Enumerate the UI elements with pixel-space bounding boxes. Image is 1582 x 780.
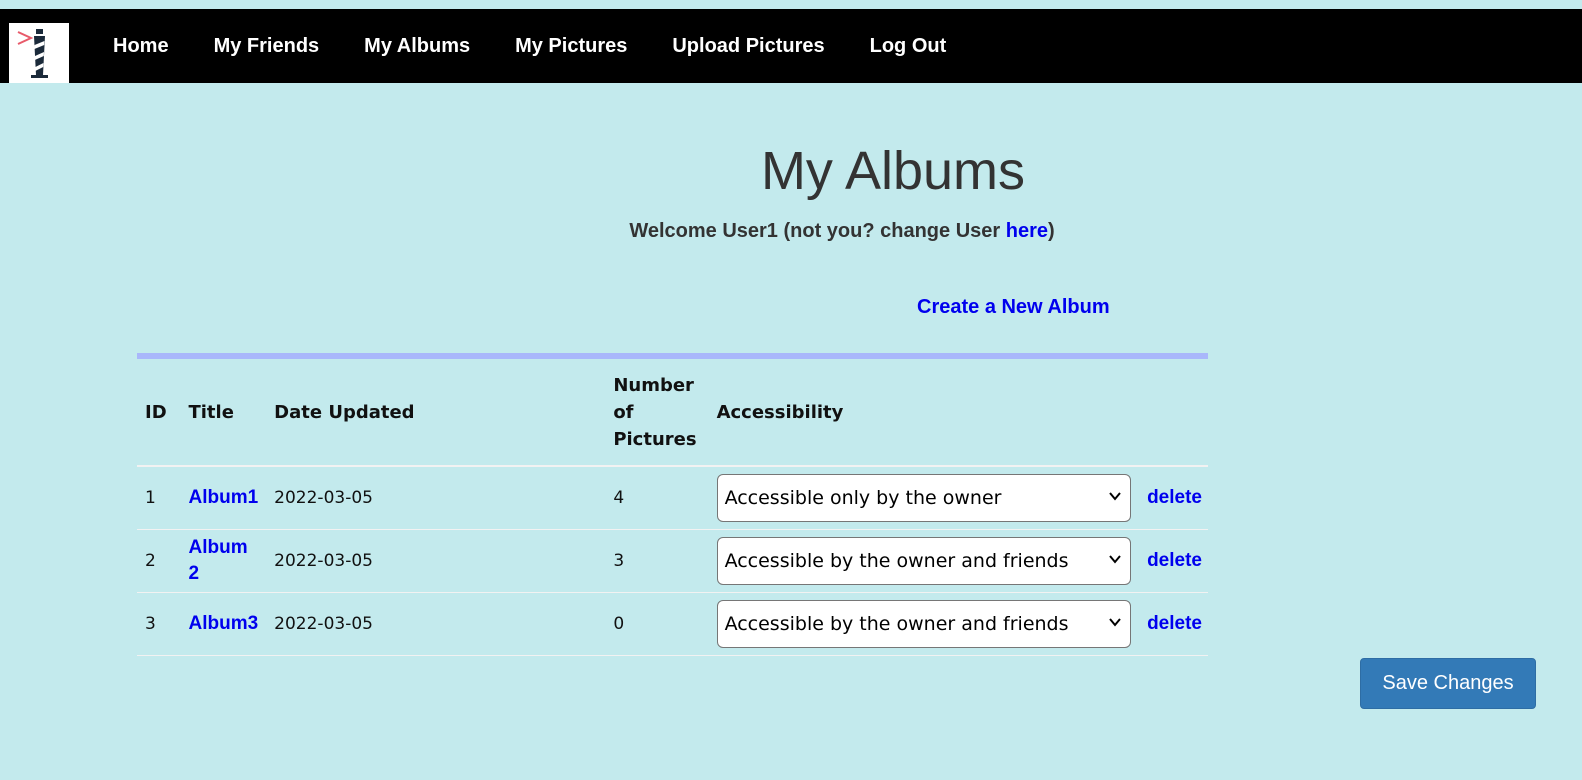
welcome-text: Welcome User1 (not you? change User [629, 220, 1006, 242]
accessibility-select-value: Accessible by the owner and friends [724, 613, 1069, 635]
lighthouse-icon [17, 29, 48, 78]
accessibility-select-value: Accessible by the owner and friends [724, 550, 1069, 572]
header-number-line3: Pictures [613, 428, 697, 450]
chevron-down-icon [1108, 492, 1121, 501]
cell-delete: delete [1134, 592, 1208, 656]
cell-accessibility: Accessible by the owner and friends [704, 592, 1135, 656]
header-accessibility: Accessibility [704, 359, 1135, 467]
cell-picture-count: 0 [605, 592, 705, 656]
create-album-link[interactable]: Create a New Album [917, 296, 1110, 319]
delete-link[interactable]: delete [1147, 613, 1202, 634]
table-row: 1 Album1 2022-03-05 4 Accessible only by… [137, 466, 1208, 530]
welcome-suffix: ) [1047, 220, 1055, 242]
cell-delete: delete [1134, 466, 1208, 530]
accessibility-select[interactable]: Accessible by the owner and friends [716, 600, 1131, 648]
nav-my-pictures[interactable]: My Pictures [515, 35, 627, 58]
header-number-line2: of [613, 401, 634, 423]
delete-link[interactable]: delete [1147, 550, 1202, 571]
chevron-down-icon [1108, 618, 1121, 627]
header-date-updated: Date Updated [266, 359, 606, 467]
cell-date-updated: 2022-03-05 [266, 529, 606, 593]
accessibility-select-value: Accessible only by the owner [724, 487, 1002, 509]
albums-table: ID Title Date Updated Number of Pictures A… [137, 359, 1208, 656]
header-actions [1134, 359, 1208, 467]
album-title-link[interactable]: Album1 [188, 487, 258, 508]
accessibility-select[interactable]: Accessible by the owner and friends [716, 537, 1131, 585]
delete-link[interactable]: delete [1147, 487, 1202, 508]
nav-upload-pictures[interactable]: Upload Pictures [672, 35, 824, 58]
header-id: ID [137, 359, 181, 467]
table-header-row: ID Title Date Updated Number of Pictures A… [137, 359, 1208, 467]
main-nav: Home My Friends My Albums My Pictures Up… [113, 9, 991, 83]
cell-date-updated: 2022-03-05 [266, 592, 606, 656]
albums-table-container: ID Title Date Updated Number of Pictures A… [137, 353, 1208, 656]
cell-title: Album 2 [180, 529, 267, 593]
cell-date-updated: 2022-03-05 [266, 466, 606, 530]
nav-my-friends[interactable]: My Friends [214, 35, 320, 58]
change-user-link[interactable]: here [1006, 220, 1048, 242]
welcome-message: Welcome User1 (not you? change User here… [0, 220, 1582, 243]
page-title: My Albums [760, 141, 1026, 201]
cell-accessibility: Accessible only by the owner [704, 466, 1135, 530]
album-title-link[interactable]: Album 2 [188, 537, 247, 584]
album-title-link[interactable]: Album3 [188, 613, 258, 634]
cell-title: Album1 [180, 466, 267, 530]
nav-home[interactable]: Home [113, 35, 169, 58]
logo[interactable] [9, 23, 69, 83]
table-row: 2 Album 2 2022-03-05 3 Accessible by the… [137, 529, 1208, 593]
cell-picture-count: 3 [605, 529, 705, 593]
cell-title: Album3 [180, 592, 267, 656]
accessibility-select[interactable]: Accessible only by the owner [716, 474, 1131, 522]
cell-picture-count: 4 [605, 466, 705, 530]
cell-delete: delete [1134, 529, 1208, 593]
header-number-of-pictures: Number of Pictures [605, 359, 705, 467]
header-number-line1: Number [613, 374, 694, 396]
header-title: Title [180, 359, 267, 467]
chevron-down-icon [1108, 555, 1121, 564]
nav-my-albums[interactable]: My Albums [364, 35, 470, 58]
cell-id: 3 [137, 592, 181, 656]
cell-accessibility: Accessible by the owner and friends [704, 529, 1135, 593]
save-changes-button[interactable]: Save Changes [1360, 658, 1536, 709]
cell-id: 1 [137, 466, 181, 530]
nav-log-out[interactable]: Log Out [870, 35, 947, 58]
cell-id: 2 [137, 529, 181, 593]
table-row: 3 Album3 2022-03-05 0 Accessible by the … [137, 592, 1208, 656]
